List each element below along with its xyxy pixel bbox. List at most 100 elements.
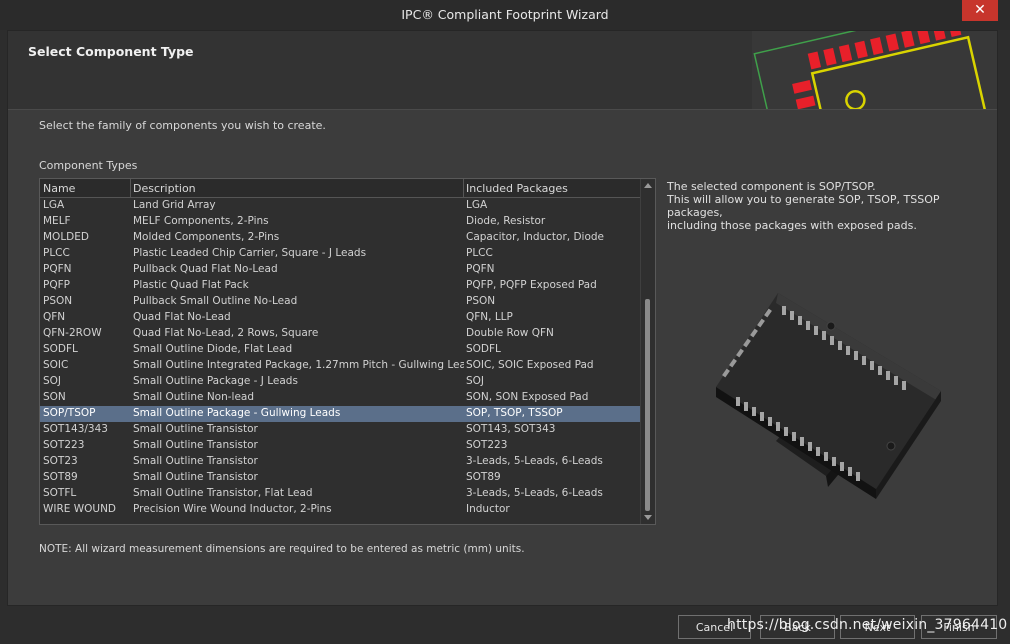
cell-included-packages: PQFN (466, 263, 495, 275)
cell-included-packages: Inductor (466, 503, 510, 515)
cell-included-packages: SOP, TSOP, TSSOP (466, 407, 563, 419)
table-row[interactable]: QFN Quad Flat No-Lead QFN, LLP (40, 310, 641, 326)
cell-name: MELF (43, 215, 71, 227)
cell-included-packages: SOT223 (466, 439, 508, 451)
cell-description: Small Outline Transistor (133, 423, 258, 435)
vertical-scrollbar[interactable] (640, 179, 655, 524)
cell-included-packages: 3-Leads, 5-Leads, 6-Leads (466, 455, 603, 467)
cell-included-packages: PSON (466, 295, 496, 307)
page-heading: Select Component Type (28, 44, 194, 59)
cell-name: SOT143/343 (43, 423, 108, 435)
cell-included-packages: QFN, LLP (466, 311, 513, 323)
table-row[interactable]: MOLDED Molded Components, 2-Pins Capacitor… (40, 230, 641, 246)
table-row[interactable]: SOJ Small Outline Package - J Leads SOJ (40, 374, 641, 390)
table-row[interactable]: PQFN Pullback Quad Flat No-Lead PQFN (40, 262, 641, 278)
column-divider[interactable] (130, 179, 131, 197)
cell-name: PQFN (43, 263, 72, 275)
table-row[interactable]: PLCC Plastic Leaded Chip Carrier, Square … (40, 246, 641, 262)
cell-name: SOIC (43, 359, 69, 371)
cell-name: PQFP (43, 279, 70, 291)
cell-description: Quad Flat No-Lead, 2 Rows, Square (133, 327, 319, 339)
cell-description: Quad Flat No-Lead (133, 311, 231, 323)
cell-name: SOT89 (43, 471, 78, 483)
cell-included-packages: SOT143, SOT343 (466, 423, 556, 435)
selection-description: The selected component is SOP/TSOP. This… (667, 180, 987, 232)
close-button[interactable]: ✕ (962, 0, 998, 21)
component-types-table[interactable]: Name Description Included Packages LGA La… (39, 178, 656, 525)
table-header: Name Description Included Packages (40, 179, 641, 198)
wizard-header: Select Component Type (8, 31, 997, 110)
table-row[interactable]: SOP/TSOP Small Outline Package - Gullwing… (40, 406, 641, 422)
column-header-included-packages[interactable]: Included Packages (466, 182, 568, 195)
scroll-up-arrow-icon[interactable] (644, 183, 652, 188)
table-row[interactable]: SOT89 Small Outline Transistor SOT89 (40, 470, 641, 486)
cell-name: LGA (43, 199, 65, 211)
cell-name: SOTFL (43, 487, 77, 499)
table-row[interactable]: PQFP Plastic Quad Flat Pack PQFP, PQFP Exp… (40, 278, 641, 294)
cell-included-packages: Diode, Resistor (466, 215, 546, 227)
table-row[interactable]: SON Small Outline Non-lead SON, SON Expose… (40, 390, 641, 406)
cell-included-packages: Capacitor, Inductor, Diode (466, 231, 605, 243)
cell-included-packages: Double Row QFN (466, 327, 554, 339)
table-row[interactable]: QFN-2ROW Quad Flat No-Lead, 2 Rows, Squar… (40, 326, 641, 342)
cell-description: Small Outline Integrated Package, 1.27mm… (133, 359, 464, 371)
cell-description: Small Outline Transistor, Flat Lead (133, 487, 313, 499)
table-row[interactable]: WIRE WOUND Precision Wire Wound Inductor,… (40, 502, 641, 518)
cell-description: Small Outline Transistor (133, 471, 258, 483)
cell-description: Small Outline Package - Gullwing Leads (133, 407, 341, 419)
wizard-frame: Select Component Type Select the family … (7, 30, 998, 606)
cell-description: Land Grid Array (133, 199, 216, 211)
description-line: This will allow you to generate SOP, TSO… (667, 193, 940, 219)
cell-name: SOT23 (43, 455, 78, 467)
cell-name: PLCC (43, 247, 70, 259)
window-title: IPC® Compliant Footprint Wizard (401, 7, 609, 22)
cell-description: Small Outline Package - J Leads (133, 375, 298, 387)
cell-included-packages: SOT89 (466, 471, 501, 483)
table-body: LGA Land Grid Array LGA MELF MELF Components… (40, 198, 641, 518)
sop-package-illustration (716, 293, 941, 499)
cell-name: SOJ (43, 375, 62, 387)
cell-description: Pullback Quad Flat No-Lead (133, 263, 278, 275)
cell-name: SODFL (43, 343, 78, 355)
pcb-footprint-banner-image (752, 31, 997, 109)
cell-included-packages: PQFP, PQFP Exposed Pad (466, 279, 597, 291)
metric-units-note: NOTE: All wizard measurement dimensions … (39, 543, 525, 555)
cell-description: Small Outline Diode, Flat Lead (133, 343, 293, 355)
table-row[interactable]: SOT23 Small Outline Transistor 3-Leads, 5-… (40, 454, 641, 470)
column-header-description[interactable]: Description (133, 182, 196, 195)
cell-description: Precision Wire Wound Inductor, 2-Pins (133, 503, 332, 515)
cell-included-packages: SOIC, SOIC Exposed Pad (466, 359, 594, 371)
cell-included-packages: 3-Leads, 5-Leads, 6-Leads (466, 487, 603, 499)
cell-name: PSON (43, 295, 73, 307)
column-header-name[interactable]: Name (43, 182, 75, 195)
scrollbar-thumb[interactable] (645, 299, 650, 511)
cell-included-packages: SODFL (466, 343, 501, 355)
cell-name: MOLDED (43, 231, 89, 243)
cell-included-packages: PLCC (466, 247, 493, 259)
watermark-text: https://blog.csdn.net/weixin_37964410 (727, 617, 1008, 633)
cell-description: Small Outline Transistor (133, 439, 258, 451)
cell-included-packages: SOJ (466, 375, 485, 387)
cell-included-packages: LGA (466, 199, 488, 211)
cell-description: Small Outline Non-lead (133, 391, 255, 403)
cell-description: MELF Components, 2-Pins (133, 215, 269, 227)
table-row[interactable]: SOT223 Small Outline Transistor SOT223 (40, 438, 641, 454)
cell-name: SOT223 (43, 439, 85, 451)
description-line: The selected component is SOP/TSOP. (667, 180, 876, 193)
instruction-text: Select the family of components you wish… (39, 119, 326, 132)
description-line: including those packages with exposed pa… (667, 219, 917, 232)
table-row[interactable]: SOIC Small Outline Integrated Package, 1.… (40, 358, 641, 374)
table-row[interactable]: SOTFL Small Outline Transistor, Flat Lead… (40, 486, 641, 502)
table-row[interactable]: SOT143/343 Small Outline Transistor SOT143… (40, 422, 641, 438)
table-row[interactable]: MELF MELF Components, 2-Pins Diode, Resist… (40, 214, 641, 230)
table-row[interactable]: PSON Pullback Small Outline No-Lead PSON (40, 294, 641, 310)
table-row[interactable]: LGA Land Grid Array LGA (40, 198, 641, 214)
title-bar: IPC® Compliant Footprint Wizard ✕ (0, 0, 1010, 30)
column-divider[interactable] (463, 179, 464, 197)
scroll-down-arrow-icon[interactable] (644, 515, 652, 520)
cell-name: QFN-2ROW (43, 327, 102, 339)
cell-name: QFN (43, 311, 66, 323)
cell-description: Pullback Small Outline No-Lead (133, 295, 298, 307)
table-row[interactable]: SODFL Small Outline Diode, Flat Lead SODFL (40, 342, 641, 358)
cell-name: SON (43, 391, 66, 403)
